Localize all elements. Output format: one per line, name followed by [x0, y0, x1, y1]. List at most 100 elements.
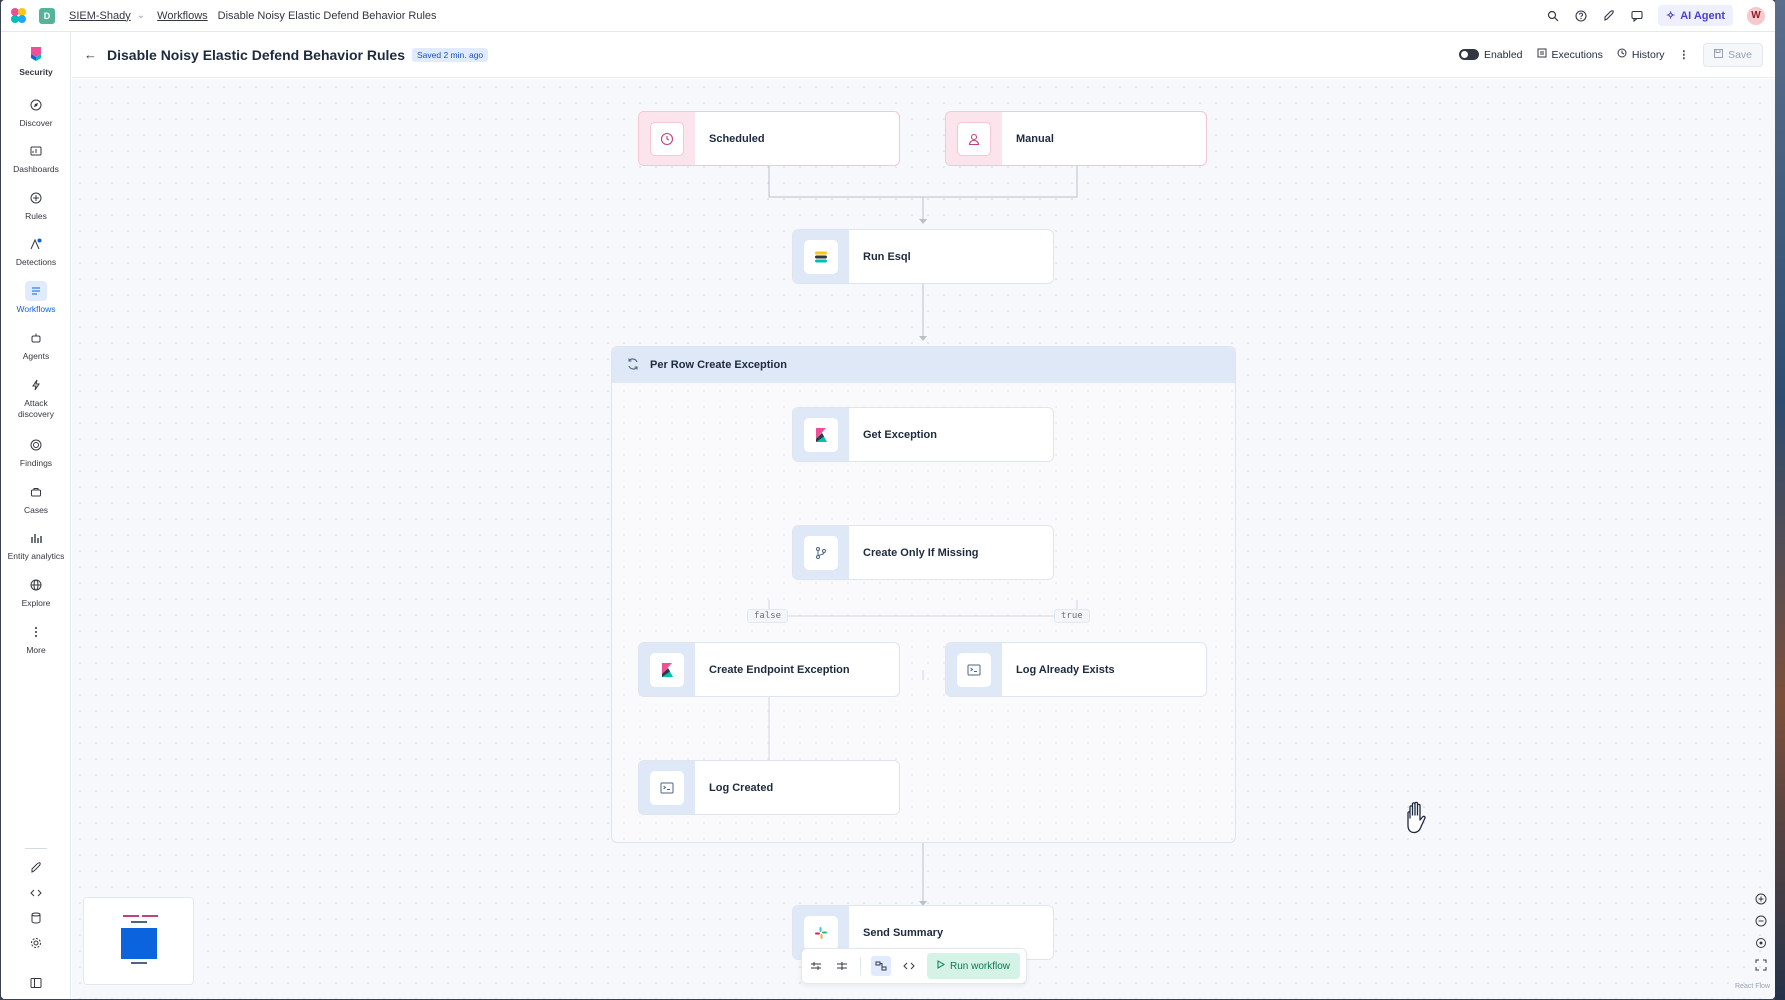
console-icon [957, 652, 991, 687]
node-label: Manual [1016, 132, 1054, 145]
security-logo-icon [25, 44, 47, 64]
step-get-exception-node[interactable]: Get Exception [792, 407, 1054, 462]
sidebar-item-rules[interactable]: Rules [1, 188, 71, 221]
zoom-controls [1752, 893, 1770, 974]
sidebar-item-dashboards[interactable]: Dashboards [1, 141, 71, 174]
search-icon[interactable] [1546, 9, 1560, 23]
workflow-canvas[interactable]: Scheduled Manual Run Esql Per Row Create… [72, 79, 1775, 999]
breadcrumb-current: Disable Noisy Elastic Defend Behavior Ru… [217, 9, 437, 22]
zoom-out-icon[interactable] [1755, 915, 1767, 930]
node-label: Log Already Exists [1016, 663, 1115, 676]
sidebar-footer [1, 855, 71, 955]
node-icon-box [639, 761, 695, 814]
target-icon [25, 435, 47, 455]
sidebar-item-discover[interactable]: Discover [1, 95, 71, 128]
fullscreen-icon[interactable] [1755, 959, 1767, 974]
sidebar-item-attack-discovery[interactable]: Attack discovery [1, 375, 71, 420]
elastic-logo-icon[interactable] [11, 7, 27, 24]
breadcrumb-space[interactable]: SIEM-Shady [69, 10, 131, 22]
sidebar-item-label: Findings [19, 458, 53, 468]
history-button[interactable]: History [1617, 48, 1665, 61]
history-label: History [1631, 48, 1665, 61]
chat-icon[interactable] [1630, 9, 1644, 23]
node-label: Create Only If Missing [863, 546, 979, 559]
fit-view-icon[interactable] [1755, 937, 1767, 952]
sidebar-item-label: Security [19, 67, 53, 77]
visual-editor-icon[interactable] [871, 956, 891, 976]
rules-icon [25, 188, 47, 208]
sidebar-item-entity-analytics[interactable]: Entity analytics [1, 528, 71, 561]
toggle-switch[interactable] [1458, 49, 1479, 60]
rocket-icon[interactable] [1, 855, 71, 880]
sidebar-item-detections[interactable]: Detections [1, 234, 71, 267]
sidebar-item-label: Agents [22, 351, 50, 361]
group-title: Per Row Create Exception [650, 359, 787, 371]
sidebar-item-more[interactable]: More [1, 622, 71, 655]
executions-button[interactable]: Executions [1537, 48, 1603, 61]
sidebar-item-explore[interactable]: Explore [1, 575, 71, 608]
console-icon [650, 770, 684, 805]
node-icon-box [639, 643, 695, 696]
node-icon-box [793, 230, 849, 283]
save-label: Save [1728, 48, 1752, 61]
bolt-icon [25, 375, 47, 395]
ai-agent-label: AI Agent [1680, 9, 1725, 22]
sidebar-item-label: Dashboards [13, 164, 59, 174]
trigger-scheduled-node[interactable]: Scheduled [638, 111, 900, 166]
briefcase-icon [25, 482, 47, 502]
executions-label: Executions [1551, 48, 1603, 61]
rocket-icon[interactable] [1602, 9, 1616, 23]
avatar[interactable]: W [1747, 6, 1765, 25]
sidebar-item-workflows[interactable]: Workflows [1, 281, 71, 314]
sidebar-item-label: Rules [25, 211, 47, 221]
sidebar-item-cases[interactable]: Cases [1, 482, 71, 515]
clock-icon [1617, 48, 1627, 61]
kibana-icon [804, 417, 838, 452]
code-icon[interactable] [901, 958, 917, 974]
step-run-esql-node[interactable]: Run Esql [792, 229, 1054, 284]
run-workflow-label: Run workflow [950, 960, 1011, 972]
edge-label-true: true [1054, 609, 1090, 623]
step-log-already-exists-node[interactable]: Log Already Exists [945, 642, 1207, 697]
step-create-endpoint-exception-node[interactable]: Create Endpoint Exception [638, 642, 900, 697]
more-vertical-icon [25, 622, 47, 642]
layout-horizontal-icon[interactable] [834, 958, 850, 974]
trigger-manual-node[interactable]: Manual [945, 111, 1207, 166]
step-log-created-node[interactable]: Log Created [638, 760, 900, 815]
save-button[interactable]: Save [1703, 42, 1763, 67]
database-icon[interactable] [1, 905, 71, 930]
agent-icon [25, 328, 47, 348]
node-label: Run Esql [863, 250, 911, 263]
node-label: Create Endpoint Exception [709, 663, 850, 676]
step-create-only-if-missing-node[interactable]: Create Only If Missing [792, 525, 1054, 580]
chevron-down-icon[interactable]: ⌄ [137, 10, 145, 21]
clock-icon [650, 121, 684, 156]
layout-vertical-icon[interactable] [808, 958, 824, 974]
gear-icon[interactable] [1, 930, 71, 955]
minimap[interactable] [83, 897, 194, 985]
zoom-in-icon[interactable] [1755, 893, 1767, 908]
branch-icon [804, 535, 838, 570]
breadcrumb-workflows[interactable]: Workflows [157, 10, 208, 22]
sidebar-item-security[interactable]: Security [1, 44, 71, 77]
run-workflow-button[interactable]: Run workflow [927, 953, 1021, 979]
page-title: Disable Noisy Elastic Defend Behavior Ru… [107, 46, 405, 63]
back-arrow-icon[interactable]: ← [84, 47, 97, 62]
space-badge[interactable]: D [39, 7, 55, 24]
elasticsearch-icon [804, 239, 838, 274]
react-flow-attribution[interactable]: React Flow [1735, 983, 1770, 990]
list-icon [1537, 48, 1547, 61]
toolbar-divider [860, 957, 861, 975]
enabled-toggle[interactable]: Enabled [1458, 49, 1523, 61]
globe-icon [25, 575, 47, 595]
more-vertical-icon[interactable]: ⋮ [1679, 49, 1690, 61]
sidebar-item-label: Workflows [16, 304, 56, 314]
sidebar-item-agents[interactable]: Agents [1, 328, 71, 361]
workflow-header: ← Disable Noisy Elastic Defend Behavior … [72, 32, 1775, 78]
grab-cursor-icon [1402, 800, 1432, 839]
sidebar-item-findings[interactable]: Findings [1, 435, 71, 468]
collapse-sidebar-icon[interactable] [1, 970, 71, 995]
ai-agent-button[interactable]: ✧ AI Agent [1657, 5, 1733, 26]
code-icon[interactable] [1, 880, 71, 905]
help-icon[interactable] [1574, 9, 1588, 23]
